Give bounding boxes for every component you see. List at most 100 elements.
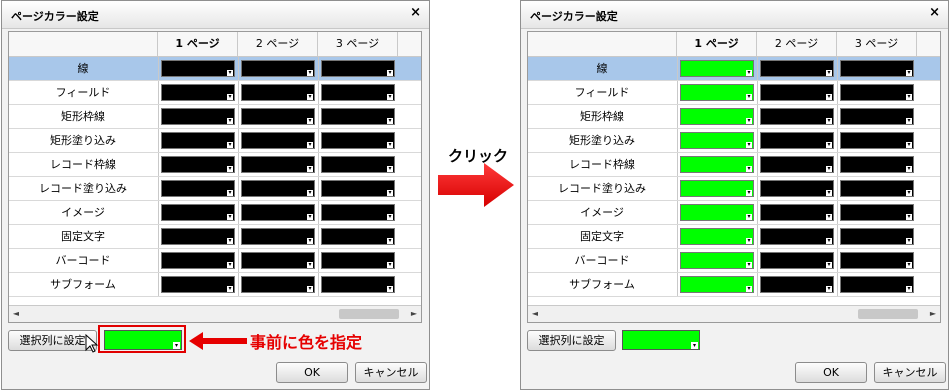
cancel-button[interactable]: キャンセル bbox=[355, 362, 427, 383]
horizontal-scrollbar[interactable]: ◄ ► bbox=[528, 305, 940, 322]
color-dropdown[interactable]: ▾ bbox=[680, 276, 754, 293]
set-column-button[interactable]: 選択列に設定 bbox=[8, 330, 97, 351]
table-row[interactable]: イメージ ▾ ▾ ▾ bbox=[528, 201, 940, 225]
table-row[interactable]: 固定文字 ▾ ▾ ▾ bbox=[528, 225, 940, 249]
color-dropdown[interactable]: ▾ bbox=[840, 84, 914, 101]
color-dropdown[interactable]: ▾ bbox=[840, 156, 914, 173]
table-row[interactable]: レコード枠線 ▾ ▾ ▾ bbox=[9, 153, 421, 177]
color-dropdown[interactable]: ▾ bbox=[840, 108, 914, 125]
horizontal-scrollbar[interactable]: ◄ ► bbox=[9, 305, 421, 322]
table-row[interactable]: 線 ▾ ▾ ▾ bbox=[9, 57, 421, 81]
scroll-right-icon[interactable]: ► bbox=[926, 306, 940, 322]
table-row[interactable]: 矩形塗り込み ▾ ▾ ▾ bbox=[9, 129, 421, 153]
color-dropdown[interactable]: ▾ bbox=[680, 204, 754, 221]
color-dropdown[interactable]: ▾ bbox=[760, 60, 834, 77]
color-dropdown[interactable]: ▾ bbox=[241, 180, 315, 197]
color-dropdown[interactable]: ▾ bbox=[241, 84, 315, 101]
color-dropdown[interactable]: ▾ bbox=[760, 156, 834, 173]
color-dropdown[interactable]: ▾ bbox=[680, 108, 754, 125]
table-row[interactable]: イメージ ▾ ▾ ▾ bbox=[9, 201, 421, 225]
close-icon[interactable]: × bbox=[929, 5, 940, 20]
color-dropdown[interactable]: ▾ bbox=[321, 228, 395, 245]
color-dropdown[interactable]: ▾ bbox=[760, 180, 834, 197]
color-dropdown[interactable]: ▾ bbox=[840, 228, 914, 245]
scroll-right-icon[interactable]: ► bbox=[407, 306, 421, 322]
table-row[interactable]: サブフォーム ▾ ▾ ▾ bbox=[9, 273, 421, 297]
color-dropdown[interactable]: ▾ bbox=[840, 132, 914, 149]
table-row[interactable]: 固定文字 ▾ ▾ ▾ bbox=[9, 225, 421, 249]
table-row[interactable]: フィールド ▾ ▾ ▾ bbox=[9, 81, 421, 105]
color-dropdown[interactable]: ▾ bbox=[840, 276, 914, 293]
color-dropdown[interactable]: ▾ bbox=[680, 156, 754, 173]
color-dropdown[interactable]: ▾ bbox=[760, 84, 834, 101]
table-row[interactable]: バーコード ▾ ▾ ▾ bbox=[528, 249, 940, 273]
color-dropdown[interactable]: ▾ bbox=[760, 252, 834, 269]
color-dropdown[interactable]: ▾ bbox=[241, 108, 315, 125]
color-dropdown[interactable]: ▾ bbox=[840, 60, 914, 77]
color-dropdown[interactable]: ▾ bbox=[321, 156, 395, 173]
color-dropdown[interactable]: ▾ bbox=[321, 276, 395, 293]
scroll-thumb[interactable] bbox=[339, 309, 399, 319]
table-row[interactable]: フィールド ▾ ▾ ▾ bbox=[528, 81, 940, 105]
color-dropdown[interactable]: ▾ bbox=[161, 204, 235, 221]
color-dropdown[interactable]: ▾ bbox=[241, 60, 315, 77]
color-dropdown[interactable]: ▾ bbox=[241, 228, 315, 245]
scroll-left-icon[interactable]: ◄ bbox=[528, 306, 542, 322]
close-icon[interactable]: × bbox=[410, 5, 421, 20]
color-dropdown[interactable]: ▾ bbox=[241, 204, 315, 221]
color-dropdown[interactable]: ▾ bbox=[840, 204, 914, 221]
color-dropdown[interactable]: ▾ bbox=[760, 108, 834, 125]
color-dropdown[interactable]: ▾ bbox=[161, 276, 235, 293]
color-dropdown[interactable]: ▾ bbox=[321, 252, 395, 269]
color-dropdown[interactable]: ▾ bbox=[760, 204, 834, 221]
color-dropdown[interactable]: ▾ bbox=[760, 132, 834, 149]
color-dropdown[interactable]: ▾ bbox=[161, 156, 235, 173]
color-dropdown[interactable]: ▾ bbox=[161, 180, 235, 197]
column-header-1[interactable]: 1 ページ bbox=[677, 32, 757, 56]
color-dropdown[interactable]: ▾ bbox=[760, 276, 834, 293]
color-dropdown[interactable]: ▾ bbox=[241, 252, 315, 269]
ok-button[interactable]: OK bbox=[276, 362, 348, 383]
color-dropdown[interactable]: ▾ bbox=[321, 180, 395, 197]
color-dropdown[interactable]: ▾ bbox=[680, 180, 754, 197]
color-dropdown[interactable]: ▾ bbox=[161, 132, 235, 149]
color-dropdown[interactable]: ▾ bbox=[321, 132, 395, 149]
table-row[interactable]: サブフォーム ▾ ▾ ▾ bbox=[528, 273, 940, 297]
table-row[interactable]: バーコード ▾ ▾ ▾ bbox=[9, 249, 421, 273]
color-dropdown[interactable]: ▾ bbox=[321, 204, 395, 221]
color-dropdown[interactable]: ▾ bbox=[680, 228, 754, 245]
color-dropdown[interactable]: ▾ bbox=[321, 108, 395, 125]
column-header-2[interactable]: 2 ページ bbox=[238, 32, 318, 56]
color-dropdown[interactable]: ▾ bbox=[680, 60, 754, 77]
table-row[interactable]: 矩形塗り込み ▾ ▾ ▾ bbox=[528, 129, 940, 153]
color-dropdown[interactable]: ▾ bbox=[161, 108, 235, 125]
color-dropdown[interactable]: ▾ bbox=[760, 228, 834, 245]
table-row[interactable]: 線 ▾ ▾ ▾ bbox=[528, 57, 940, 81]
table-row[interactable]: レコード枠線 ▾ ▾ ▾ bbox=[528, 153, 940, 177]
color-dropdown[interactable]: ▾ bbox=[241, 156, 315, 173]
ok-button[interactable]: OK bbox=[795, 362, 867, 383]
color-dropdown[interactable]: ▾ bbox=[241, 276, 315, 293]
color-picker[interactable]: ▾ bbox=[622, 330, 700, 350]
column-header-2[interactable]: 2 ページ bbox=[757, 32, 837, 56]
color-dropdown[interactable]: ▾ bbox=[321, 84, 395, 101]
color-dropdown[interactable]: ▾ bbox=[161, 228, 235, 245]
scroll-left-icon[interactable]: ◄ bbox=[9, 306, 23, 322]
color-dropdown[interactable]: ▾ bbox=[680, 132, 754, 149]
color-dropdown[interactable]: ▾ bbox=[241, 132, 315, 149]
table-row[interactable]: レコード塗り込み ▾ ▾ ▾ bbox=[9, 177, 421, 201]
table-row[interactable]: 矩形枠線 ▾ ▾ ▾ bbox=[528, 105, 940, 129]
color-dropdown[interactable]: ▾ bbox=[161, 84, 235, 101]
color-dropdown[interactable]: ▾ bbox=[161, 60, 235, 77]
color-dropdown[interactable]: ▾ bbox=[680, 84, 754, 101]
color-dropdown[interactable]: ▾ bbox=[840, 252, 914, 269]
set-column-button[interactable]: 選択列に設定 bbox=[527, 330, 616, 351]
color-dropdown[interactable]: ▾ bbox=[321, 60, 395, 77]
color-dropdown[interactable]: ▾ bbox=[840, 180, 914, 197]
column-header-1[interactable]: 1 ページ bbox=[158, 32, 238, 56]
color-dropdown[interactable]: ▾ bbox=[161, 252, 235, 269]
color-dropdown[interactable]: ▾ bbox=[680, 252, 754, 269]
table-row[interactable]: レコード塗り込み ▾ ▾ ▾ bbox=[528, 177, 940, 201]
cancel-button[interactable]: キャンセル bbox=[874, 362, 946, 383]
scroll-thumb[interactable] bbox=[858, 309, 918, 319]
